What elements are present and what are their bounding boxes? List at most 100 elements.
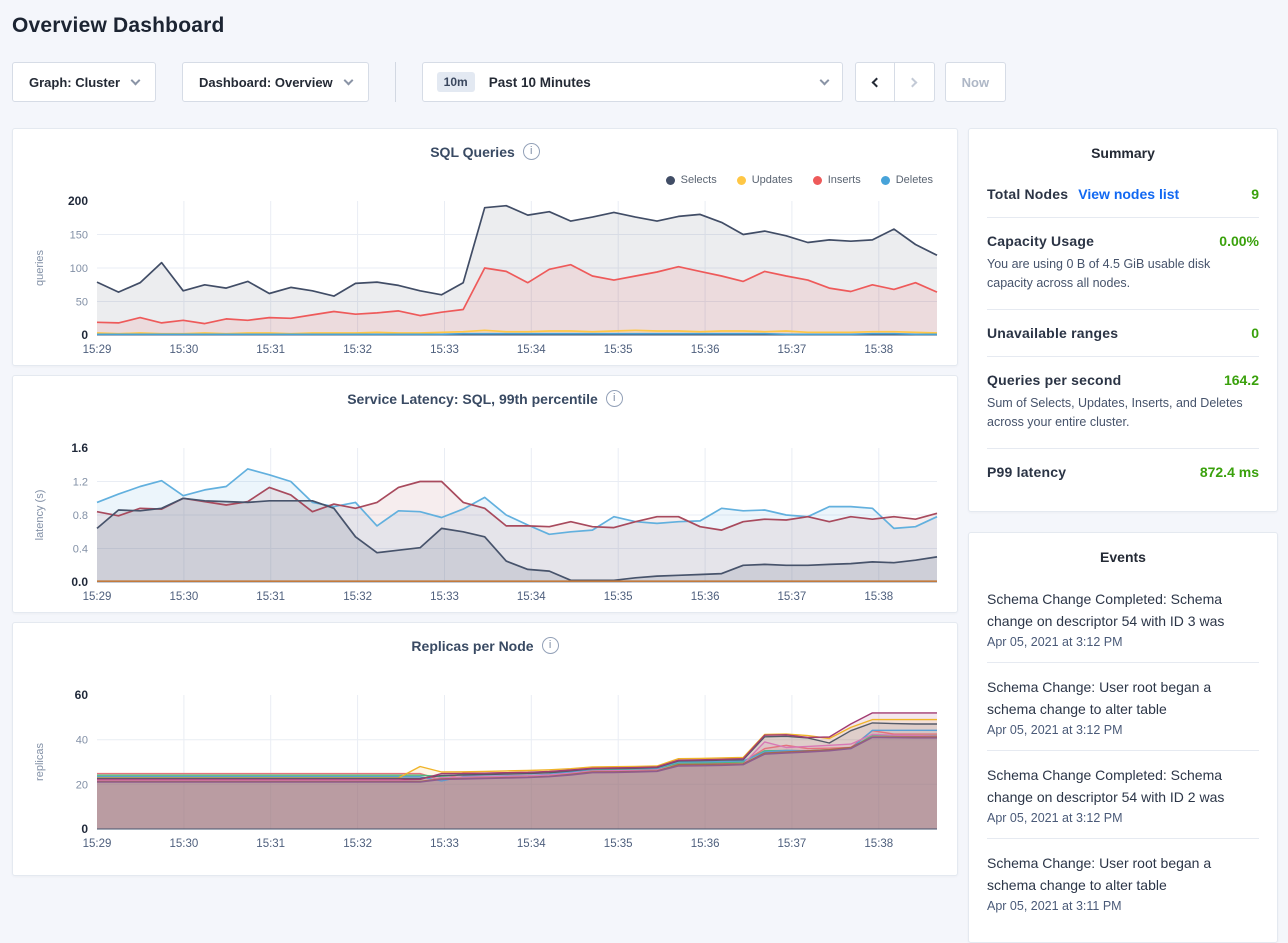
event-message: Schema Change: User root began a schema … (987, 852, 1259, 896)
chart-card-service-latency: Service Latency: SQL, 99th percentile 0.… (12, 375, 958, 613)
legend-dot (666, 176, 675, 185)
unavailable-ranges-value: 0 (1251, 325, 1259, 341)
events-title: Events (987, 549, 1259, 565)
svg-text:60: 60 (75, 689, 89, 702)
legend-item-deletes[interactable]: Deletes (881, 174, 933, 186)
chart-title-row: SQL Queries (29, 143, 941, 165)
legend-dot (813, 176, 822, 185)
replicas-per-node-chart[interactable]: 020406015:2915:3015:3115:3215:3315:3415:… (29, 689, 943, 861)
svg-text:15:29: 15:29 (83, 344, 112, 356)
svg-text:15:37: 15:37 (778, 838, 807, 850)
view-nodes-list-link[interactable]: View nodes list (1078, 186, 1179, 202)
svg-text:0.0: 0.0 (71, 575, 88, 589)
total-nodes-label: Total Nodes (987, 186, 1068, 202)
svg-text:15:33: 15:33 (430, 344, 459, 356)
svg-text:1.2: 1.2 (73, 477, 88, 489)
svg-text:15:38: 15:38 (864, 344, 893, 356)
time-range-selector[interactable]: 10m Past 10 Minutes (422, 62, 843, 102)
event-item[interactable]: Schema Change: User root began a schema … (987, 663, 1259, 751)
info-icon[interactable] (542, 637, 559, 654)
svg-text:15:35: 15:35 (604, 344, 633, 356)
time-range-badge: 10m (437, 72, 475, 92)
p99-latency-label: P99 latency (987, 464, 1066, 480)
page-title: Overview Dashboard (12, 14, 1276, 38)
event-timestamp: Apr 05, 2021 at 3:12 PM (987, 811, 1259, 825)
event-message: Schema Change: User root began a schema … (987, 676, 1259, 720)
svg-text:15:29: 15:29 (83, 838, 112, 850)
event-timestamp: Apr 05, 2021 at 3:11 PM (987, 899, 1259, 913)
service-latency-chart[interactable]: 0.00.40.81.21.615:2915:3015:3115:3215:33… (29, 442, 943, 613)
svg-text:15:32: 15:32 (343, 838, 372, 850)
summary-row-p99-latency: P99 latency 872.4 ms (987, 449, 1259, 495)
qps-label: Queries per second (987, 372, 1121, 388)
toolbar-divider (395, 62, 396, 102)
chevron-down-icon (131, 76, 141, 86)
svg-text:15:37: 15:37 (778, 591, 807, 603)
chart-card-replicas-per-node: Replicas per Node 020406015:2915:3015:31… (12, 622, 958, 876)
svg-text:15:30: 15:30 (170, 838, 199, 850)
time-next-button[interactable] (895, 62, 935, 102)
page-root: Overview Dashboard Graph: Cluster Dashbo… (0, 0, 1288, 943)
svg-text:15:30: 15:30 (170, 344, 199, 356)
legend-dot (881, 176, 890, 185)
chart-title-row: Replicas per Node (29, 637, 941, 659)
event-item[interactable]: Schema Change Completed: Schema change o… (987, 751, 1259, 839)
chevron-down-icon (343, 76, 353, 86)
chart-title: Service Latency: SQL, 99th percentile (347, 391, 598, 407)
svg-text:15:35: 15:35 (604, 838, 633, 850)
graph-selector-dropdown[interactable]: Graph: Cluster (12, 62, 156, 102)
now-button[interactable]: Now (945, 62, 1006, 102)
summary-row-unavailable-ranges: Unavailable ranges 0 (987, 310, 1259, 357)
toolbar: Graph: Cluster Dashboard: Overview 10m P… (12, 62, 1276, 102)
svg-text:15:36: 15:36 (691, 838, 720, 850)
svg-text:150: 150 (70, 230, 88, 242)
chart-card-sql-queries: SQL Queries Selects Updates Inserts Deletes… (12, 128, 958, 366)
event-item[interactable]: Schema Change: User root began a schema … (987, 839, 1259, 926)
svg-text:15:29: 15:29 (83, 591, 112, 603)
chart-legend: Selects Updates Inserts Deletes (29, 165, 941, 195)
qps-value: 164.2 (1224, 372, 1259, 388)
dashboard-selector-dropdown[interactable]: Dashboard: Overview (182, 62, 369, 102)
sql-queries-chart[interactable]: 05010015020015:2915:3015:3115:3215:3315:… (29, 195, 943, 366)
event-item[interactable]: Schema Change Completed: Schema change o… (987, 575, 1259, 663)
svg-text:0.4: 0.4 (73, 544, 88, 556)
event-timestamp: Apr 05, 2021 at 3:12 PM (987, 723, 1259, 737)
capacity-label: Capacity Usage (987, 233, 1094, 249)
svg-text:latency (s): latency (s) (34, 490, 46, 541)
svg-text:15:38: 15:38 (864, 591, 893, 603)
svg-text:replicas: replicas (34, 743, 46, 781)
chart-title-row: Service Latency: SQL, 99th percentile (29, 390, 941, 412)
svg-text:15:36: 15:36 (691, 591, 720, 603)
summary-row-capacity: Capacity Usage 0.00% You are using 0 B o… (987, 218, 1259, 310)
unavailable-ranges-label: Unavailable ranges (987, 325, 1118, 341)
total-nodes-value: 9 (1251, 186, 1259, 202)
svg-text:15:36: 15:36 (691, 344, 720, 356)
chevron-left-icon (871, 77, 881, 87)
svg-text:200: 200 (68, 195, 88, 208)
svg-text:15:32: 15:32 (343, 591, 372, 603)
graph-selector-label: Graph: Cluster (29, 75, 120, 90)
main-content: SQL Queries Selects Updates Inserts Deletes… (12, 128, 1276, 943)
svg-text:50: 50 (76, 297, 88, 309)
svg-text:15:34: 15:34 (517, 344, 546, 356)
legend-item-selects[interactable]: Selects (666, 174, 717, 186)
legend-item-inserts[interactable]: Inserts (813, 174, 861, 186)
svg-text:15:33: 15:33 (430, 838, 459, 850)
svg-text:0.8: 0.8 (73, 510, 88, 522)
legend-item-updates[interactable]: Updates (737, 174, 793, 186)
time-prev-button[interactable] (855, 62, 895, 102)
event-timestamp: Apr 05, 2021 at 3:12 PM (987, 635, 1259, 649)
chevron-down-icon (819, 76, 829, 86)
p99-latency-value: 872.4 ms (1200, 464, 1259, 480)
info-icon[interactable] (523, 143, 540, 160)
svg-text:15:35: 15:35 (604, 591, 633, 603)
time-step-buttons (855, 62, 935, 102)
qps-description: Sum of Selects, Updates, Inserts, and De… (987, 394, 1259, 433)
svg-text:15:37: 15:37 (778, 344, 807, 356)
capacity-value: 0.00% (1219, 233, 1259, 249)
svg-text:100: 100 (70, 263, 88, 275)
svg-text:15:32: 15:32 (343, 344, 372, 356)
info-icon[interactable] (606, 390, 623, 407)
dashboard-selector-label: Dashboard: Overview (199, 75, 333, 90)
svg-text:1.6: 1.6 (71, 442, 88, 455)
